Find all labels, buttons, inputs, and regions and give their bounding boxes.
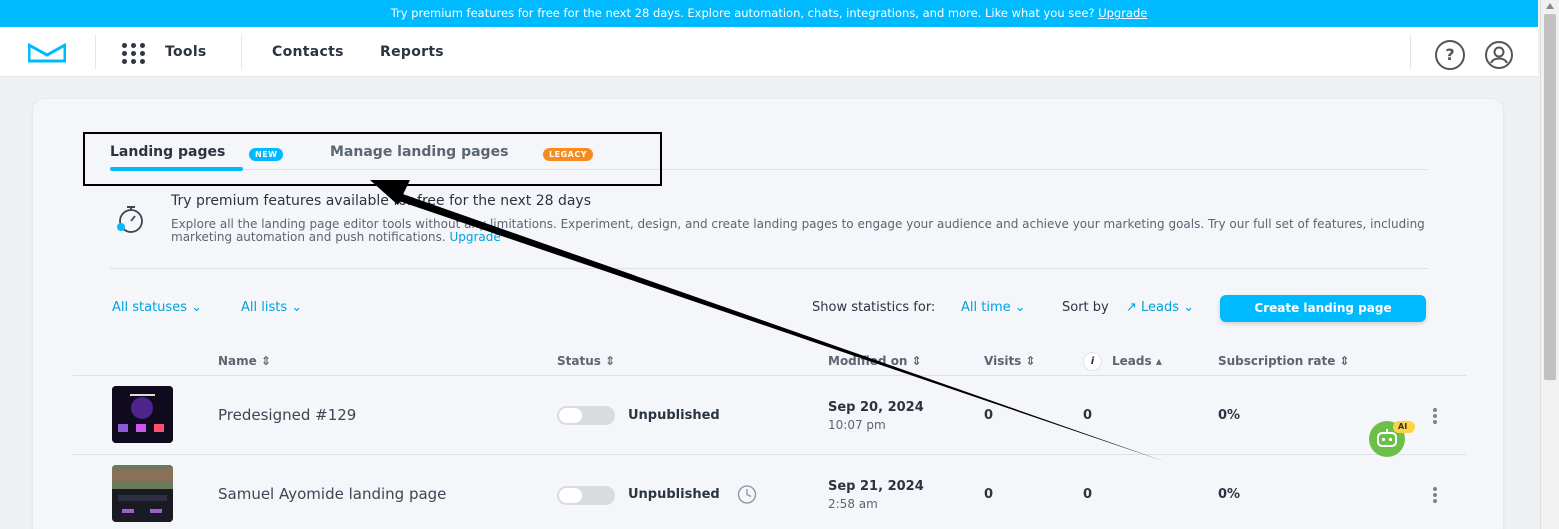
page-name[interactable]: Samuel Ayomide landing page [218, 485, 446, 503]
info-icon[interactable]: i [1083, 352, 1102, 371]
column-status[interactable]: Status ⇕ [557, 354, 615, 368]
promo-divider [110, 268, 1428, 269]
chevron-down-icon: ⌄ [291, 300, 303, 315]
status-label: Unpublished [628, 408, 720, 423]
top-navigation: Tools Contacts Reports ? [0, 27, 1538, 77]
column-name-label: Name [218, 354, 257, 368]
trial-banner: Try premium features for free for the ne… [0, 0, 1538, 27]
table-divider [73, 454, 1466, 455]
kebab-icon[interactable] [1431, 407, 1439, 425]
column-visits-label: Visits [984, 354, 1022, 368]
scroll-up-icon[interactable] [1546, 3, 1554, 9]
thumbnail-preview [112, 465, 173, 522]
stats-period-label: All time [961, 300, 1011, 315]
sort-value: Leads [1141, 300, 1180, 315]
subscription-rate-value: 0% [1218, 408, 1241, 423]
clock-icon[interactable] [736, 485, 758, 504]
chevron-down-icon: ⌄ [1014, 300, 1026, 315]
modified-date: Sep 20, 2024 [828, 400, 924, 415]
leads-value: 0 [1083, 408, 1093, 423]
banner-upgrade-link[interactable]: Upgrade [1098, 6, 1147, 20]
column-modified[interactable]: Modified on ⇕ [828, 354, 922, 368]
sort-icon: ⇕ [260, 354, 272, 368]
sort-icon: ⇕ [911, 354, 922, 368]
sort-label: Sort by [1062, 300, 1109, 315]
nav-contacts[interactable]: Contacts [272, 44, 344, 60]
sort-dropdown[interactable]: ↗ Leads ⌄ [1126, 300, 1194, 315]
envelope-logo-icon[interactable] [28, 43, 66, 63]
page-name[interactable]: Predesigned #129 [218, 406, 356, 424]
publish-toggle[interactable] [557, 486, 615, 505]
all-statuses-label: All statuses [112, 300, 187, 315]
all-lists-dropdown[interactable]: All lists ⌄ [241, 300, 302, 315]
modified-date: Sep 21, 2024 [828, 479, 924, 494]
page-thumbnail[interactable] [112, 386, 173, 443]
stats-label: Show statistics for: [812, 300, 936, 315]
nav-reports[interactable]: Reports [380, 44, 444, 60]
page-scrollbar[interactable] [1540, 0, 1559, 529]
visits-value: 0 [984, 408, 994, 423]
sort-icon: ⇕ [1025, 354, 1036, 368]
column-name[interactable]: Name ⇕ [218, 354, 271, 368]
promo-text: Explore all the landing page editor tool… [171, 217, 1425, 244]
chevron-down-icon: ⌄ [1183, 300, 1195, 315]
ai-robot-icon [1369, 421, 1415, 457]
sort-icon: ⇕ [1339, 354, 1350, 368]
visits-value: 0 [984, 487, 994, 502]
annotation-box [83, 132, 662, 186]
ai-badge-label: AI [1398, 422, 1408, 431]
all-statuses-dropdown[interactable]: All statuses ⌄ [112, 300, 202, 315]
banner-text: Try premium features for free for the ne… [390, 6, 1095, 20]
ai-assistant-button[interactable]: AI [1359, 418, 1416, 458]
nav-divider [1410, 35, 1411, 69]
help-icon[interactable]: ? [1435, 40, 1465, 70]
sort-icon: ⇕ [605, 354, 616, 368]
page-thumbnail[interactable] [112, 465, 173, 522]
nav-divider [95, 35, 96, 69]
status-label: Unpublished [628, 487, 720, 502]
all-lists-label: All lists [241, 300, 288, 315]
sort-asc-icon: ▴ [1155, 354, 1162, 368]
create-landing-page-button[interactable]: Create landing page [1220, 295, 1426, 322]
column-subscription-label: Subscription rate [1218, 354, 1336, 368]
subscription-rate-value: 0% [1218, 487, 1241, 502]
column-leads-label: Leads [1112, 354, 1152, 368]
column-modified-label: Modified on [828, 354, 908, 368]
column-visits[interactable]: Visits ⇕ [984, 354, 1036, 368]
chevron-down-icon: ⌄ [191, 300, 203, 315]
leads-value: 0 [1083, 487, 1093, 502]
user-icon[interactable] [1484, 40, 1514, 70]
modified-time: 10:07 pm [828, 418, 886, 432]
nav-divider [241, 35, 242, 69]
stats-period-dropdown[interactable]: All time ⌄ [961, 300, 1026, 315]
promo-title: Try premium features available for free … [171, 193, 592, 209]
modified-time: 2:58 am [828, 497, 878, 511]
kebab-icon[interactable] [1431, 486, 1439, 504]
trend-up-icon: ↗ [1126, 300, 1137, 315]
column-leads[interactable]: Leads ▴ [1112, 354, 1162, 368]
thumbnail-preview [112, 386, 173, 443]
table-divider [73, 375, 1466, 376]
stopwatch-icon [117, 206, 143, 233]
publish-toggle[interactable] [557, 406, 615, 425]
promo-description: Explore all the landing page editor tool… [171, 218, 1433, 244]
column-status-label: Status [557, 354, 601, 368]
column-subscription-rate[interactable]: Subscription rate ⇕ [1218, 354, 1350, 368]
nav-tools[interactable]: Tools [165, 44, 207, 60]
promo-upgrade-link[interactable]: Upgrade [449, 230, 500, 244]
grid-icon[interactable] [122, 43, 148, 64]
scrollbar-thumb[interactable] [1544, 14, 1556, 380]
